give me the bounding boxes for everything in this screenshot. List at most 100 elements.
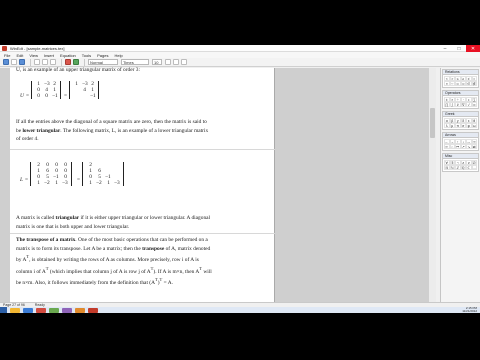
matrix-cell xyxy=(80,93,88,99)
equals-sign: = xyxy=(26,93,30,99)
menu-pages[interactable]: Pages xyxy=(97,53,108,58)
scrollbar-thumb[interactable] xyxy=(430,108,435,138)
app-icon xyxy=(2,45,7,51)
size-select[interactable]: 10 xyxy=(152,59,162,65)
editor-taskbar-icon[interactable] xyxy=(88,307,98,313)
triangular-paragraph: A matrix is called triangular if it is e… xyxy=(16,214,212,231)
page-break xyxy=(10,149,275,150)
term-triangular: triangular xyxy=(55,215,80,221)
matrix-cell: 0 xyxy=(37,93,40,99)
paragraph-text: (which implies that column j of A is row… xyxy=(48,268,151,275)
bold-icon[interactable] xyxy=(165,59,171,65)
menu-file[interactable]: File xyxy=(4,53,10,58)
upper-matrix-equation: U = 1 −3 2 0 4 1 0 0 −1 = 1 −3 2 4 1 −1 xyxy=(10,80,160,112)
lower-matrix-equation: L = 2 0 0 0 1 6 0 0 0 5 −1 0 1 −2 1 −3 =… xyxy=(10,162,190,202)
system-clock[interactable]: 2:15 PM 11/21/2012 xyxy=(462,307,477,313)
app-icon-orange[interactable] xyxy=(75,307,85,313)
copy-icon[interactable] xyxy=(42,59,48,65)
app-icon-purple[interactable] xyxy=(62,307,72,313)
clock-date: 11/21/2012 xyxy=(462,309,477,313)
symbol-grid: α β γ δ ε θ λ μ π σ φ ω xyxy=(443,117,478,129)
menu-tools[interactable]: Tools xyxy=(82,53,91,58)
minimize-button[interactable]: – xyxy=(438,45,452,52)
symbol-button[interactable]: ω xyxy=(471,123,477,128)
page-break xyxy=(10,233,275,234)
term-transpose: transpose xyxy=(142,245,165,252)
equals-sign: = xyxy=(25,177,29,183)
lower-triangular-paragraph: If all the entries above the diagonal of… xyxy=(16,118,212,144)
italic-icon[interactable] xyxy=(173,59,179,65)
equals-sign: = xyxy=(64,93,68,99)
matrix-cell: −1 xyxy=(90,93,96,99)
start-button[interactable] xyxy=(0,307,7,313)
menu-help[interactable]: Help xyxy=(114,53,122,58)
window-title: WinEdt - [sample-matrices.tex] xyxy=(10,45,65,51)
symbol-grid: ± × ÷ · ∘ ∑ ∏ ∫ ∂ ∇ √ ∞ xyxy=(443,96,478,108)
symbol-button[interactable]: … xyxy=(471,165,477,170)
menu-edit[interactable]: Edit xyxy=(16,53,23,58)
style-select[interactable]: Normal xyxy=(88,59,118,65)
app-icon-green[interactable] xyxy=(49,307,59,313)
redo-icon[interactable] xyxy=(73,59,79,65)
panel-section-operators: Operators ± × ÷ · ∘ ∑ ∏ ∫ ∂ ∇ √ ∞ xyxy=(442,90,479,109)
matrix-cell: −3 xyxy=(62,180,68,186)
undo-icon[interactable] xyxy=(65,59,71,65)
matrix-cell: 1 xyxy=(55,180,58,186)
lower-matrix-name: L xyxy=(20,177,23,183)
explorer-icon[interactable] xyxy=(10,307,20,313)
symbol-panel: Relations < > ≤ ≥ ≠ ≈ ≡ ∼ ⊂ ⊃ ∈ ∉ Operat… xyxy=(440,68,480,302)
panel-section-misc: Misc ∀ ∃ ¬ ∧ ∨ ∅ ℝ ℕ ℤ ℚ ℂ … xyxy=(442,153,479,172)
lower-matrix-right: 2 1 6 0 5 −1 1 −2 1 −3 xyxy=(82,162,124,186)
document-page[interactable]: U, is an example of an upper triangular … xyxy=(10,67,275,302)
matrix-cell: 0 xyxy=(45,93,48,99)
transpose-paragraph: The transpose of a matrix. One of the mo… xyxy=(16,236,212,287)
save-icon[interactable] xyxy=(19,59,25,65)
paragraph-text: ). If A is m×n, then A xyxy=(153,268,200,275)
symbol-button[interactable]: ⇌ xyxy=(471,144,477,149)
new-file-icon[interactable] xyxy=(3,59,9,65)
equals-sign: = xyxy=(77,177,81,183)
upper-matrix-left: 1 −3 2 0 4 1 0 0 −1 xyxy=(31,81,61,99)
font-select[interactable]: Times xyxy=(121,59,149,65)
symbol-button[interactable]: ∞ xyxy=(471,102,477,107)
lower-matrix-left: 2 0 0 0 1 6 0 0 0 5 −1 0 1 −2 1 −3 xyxy=(30,162,72,186)
matrix-cell: 1 xyxy=(89,180,92,186)
document-area: U, is an example of an upper triangular … xyxy=(0,67,436,302)
cut-icon[interactable] xyxy=(34,59,40,65)
menu-view[interactable]: View xyxy=(29,53,38,58)
paragraph-text: = A. xyxy=(162,279,173,286)
matrix-cell: −2 xyxy=(96,180,102,186)
upper-matrix-name: U xyxy=(20,93,24,99)
top-fragment: U, is an example of an upper triangular … xyxy=(16,67,140,73)
menu-insert[interactable]: Insert xyxy=(44,53,54,58)
panel-section-relations: Relations < > ≤ ≥ ≠ ≈ ≡ ∼ ⊂ ⊃ ∈ ∉ xyxy=(442,69,479,88)
media-icon[interactable] xyxy=(36,307,46,313)
matrix-cell: −3 xyxy=(114,180,120,186)
panel-section-greek: Greek α β γ δ ε θ λ μ π σ φ ω xyxy=(442,111,479,130)
taskbar: 2:15 PM 11/21/2012 xyxy=(0,307,480,313)
underline-icon[interactable] xyxy=(181,59,187,65)
matrix-cell xyxy=(72,93,80,99)
open-folder-icon[interactable] xyxy=(11,59,17,65)
symbol-grid: ← → ↑ ↓ ↔ ⇒ ⇐ ⇔ ↦ ↗ ↘ ⇌ xyxy=(443,138,478,150)
section-heading-transpose: The transpose of a matrix xyxy=(16,237,76,243)
toolbar-divider xyxy=(84,58,85,66)
paragraph-text: A matrix is called xyxy=(16,215,56,221)
menu-equation[interactable]: Equation xyxy=(60,53,76,58)
app-window: WinEdt - [sample-matrices.tex] – □ ✕ Fil… xyxy=(0,45,480,313)
matrix-cell: −2 xyxy=(44,180,50,186)
symbol-button[interactable]: ∉ xyxy=(471,81,477,86)
upper-matrix-right: 1 −3 2 4 1 −1 xyxy=(69,81,99,99)
paste-icon[interactable] xyxy=(50,59,56,65)
window-controls: – □ ✕ xyxy=(438,45,480,52)
title-bar: WinEdt - [sample-matrices.tex] – □ ✕ xyxy=(0,45,480,52)
maximize-button[interactable]: □ xyxy=(452,45,466,52)
vertical-scrollbar[interactable] xyxy=(428,68,436,302)
matrix-cell: 1 xyxy=(107,180,110,186)
browser-icon[interactable] xyxy=(23,307,33,313)
matrix-cell: −1 xyxy=(52,93,58,99)
toolbar-divider xyxy=(30,58,31,66)
symbol-grid: < > ≤ ≥ ≠ ≈ ≡ ∼ ⊂ ⊃ ∈ ∉ xyxy=(443,75,478,87)
close-button[interactable]: ✕ xyxy=(466,45,480,52)
matrix-cell: 1 xyxy=(37,180,40,186)
